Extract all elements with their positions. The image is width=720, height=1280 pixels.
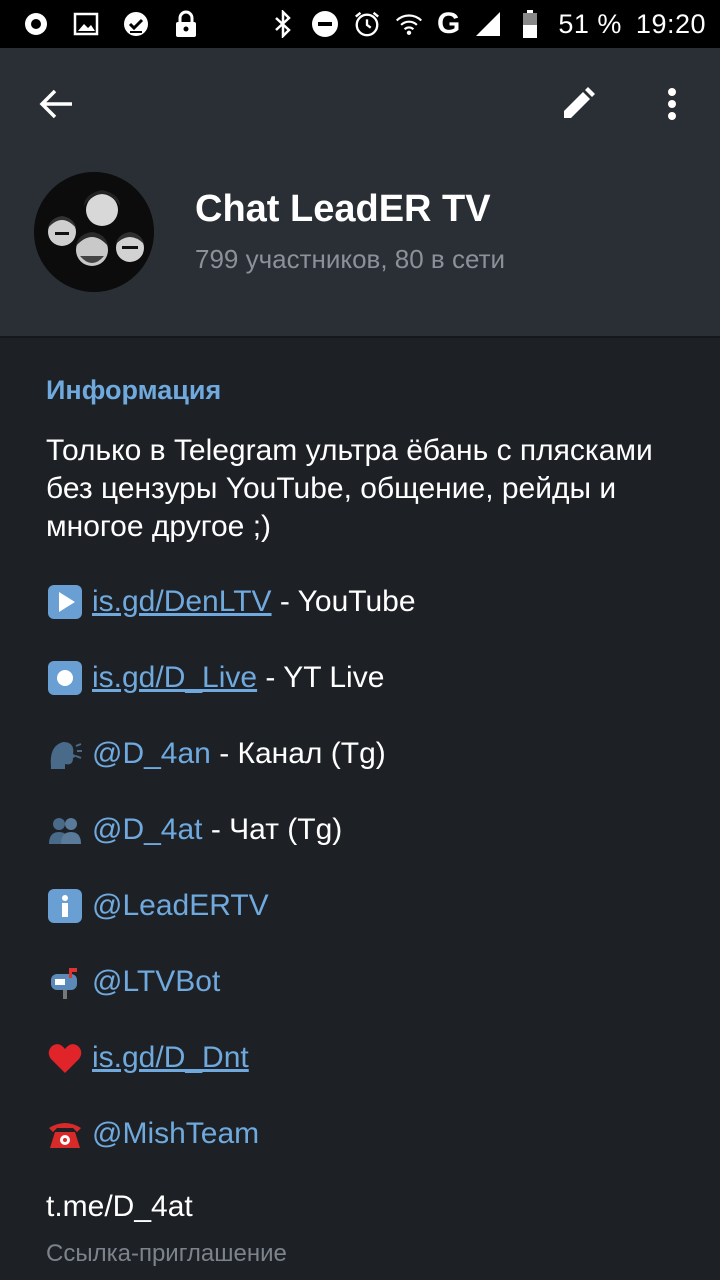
wifi-icon xyxy=(395,10,423,38)
clock: 19:20 xyxy=(635,8,706,39)
link-caption: - YouTube xyxy=(271,585,416,618)
list-item: @D_4an - Канал (Tg) xyxy=(46,732,386,776)
header-divider xyxy=(0,336,720,338)
image-icon xyxy=(72,10,100,38)
record-emoji-icon xyxy=(46,659,84,697)
list-item: @MishTeam xyxy=(46,1112,259,1156)
link-channel[interactable]: @D_4an xyxy=(92,737,211,771)
pencil-icon xyxy=(564,87,595,118)
invite-link-label: Ссылка-приглашение xyxy=(46,1240,287,1267)
link-chat[interactable]: @D_4at xyxy=(92,813,203,847)
group-avatar[interactable] xyxy=(34,172,154,292)
battery-percent: 51 % xyxy=(558,8,622,39)
lock-icon xyxy=(172,10,200,38)
link-caption: - Чат (Tg) xyxy=(202,813,343,846)
dnd-icon xyxy=(311,10,339,38)
status-bar: G 51 % 19:20 xyxy=(0,0,720,48)
link-caption: - YT Live xyxy=(257,661,385,694)
record-icon xyxy=(22,10,50,38)
network-type: G xyxy=(437,7,461,40)
list-item: is.gd/D_Live - YT Live xyxy=(46,656,384,700)
bluetooth-icon xyxy=(269,10,297,38)
list-item: is.gd/D_Dnt xyxy=(46,1036,249,1080)
link-donate[interactable]: is.gd/D_Dnt xyxy=(92,1041,249,1075)
battery-icon xyxy=(516,10,544,38)
list-item: @D_4at - Чат (Tg) xyxy=(46,808,342,852)
info-emoji-icon xyxy=(46,887,84,925)
link-leadertv[interactable]: @LeadERTV xyxy=(92,889,269,923)
group-description: Только в Telegram ультра ёбань с пляскам… xyxy=(46,434,653,543)
check-icon xyxy=(122,10,150,38)
signal-icon xyxy=(474,10,502,38)
edit-button[interactable] xyxy=(552,78,604,130)
link-youtube[interactable]: is.gd/DenLTV xyxy=(92,585,272,619)
two-people-emoji-icon xyxy=(46,811,84,849)
link-bot[interactable]: @LTVBot xyxy=(92,965,220,999)
arrow-back-icon xyxy=(39,89,72,119)
link-yt-live[interactable]: is.gd/D_Live xyxy=(92,661,257,695)
link-caption: - Канал (Tg) xyxy=(210,737,386,770)
invite-link[interactable]: t.me/D_4at xyxy=(46,1190,193,1224)
link-mishteam[interactable]: @MishTeam xyxy=(92,1117,259,1151)
members-status: 799 участников, 80 в сети xyxy=(195,244,505,274)
more-vert-icon xyxy=(668,88,676,120)
speaking-head-emoji-icon xyxy=(46,735,84,773)
more-menu-button[interactable] xyxy=(648,78,696,130)
telephone-emoji-icon xyxy=(46,1115,84,1153)
alarm-icon xyxy=(353,10,381,38)
list-item: is.gd/DenLTV - YouTube xyxy=(46,580,416,624)
heart-emoji-icon xyxy=(46,1039,84,1077)
profile-header: Chat LeadER TV 799 участников, 80 в сети xyxy=(0,48,720,336)
play-emoji-icon xyxy=(46,583,84,621)
mailbox-emoji-icon xyxy=(46,963,84,1001)
list-item: @LTVBot xyxy=(46,960,220,1004)
back-button[interactable] xyxy=(30,78,82,130)
info-section-title: Информация xyxy=(46,375,222,405)
list-item: @LeadERTV xyxy=(46,884,269,928)
chat-title: Chat LeadER TV xyxy=(195,188,491,230)
